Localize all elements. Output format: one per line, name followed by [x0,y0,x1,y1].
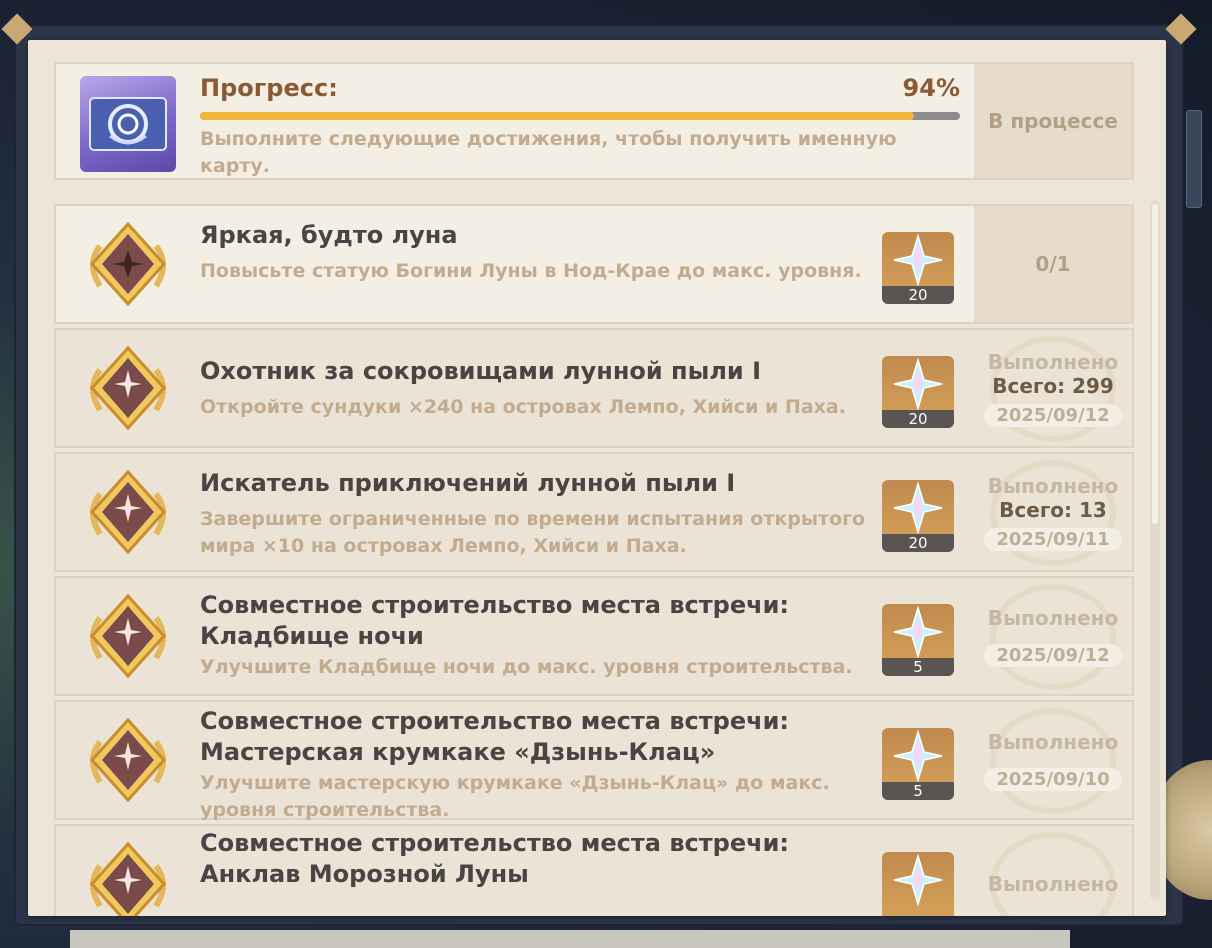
completion-date: 2025/09/12 [984,643,1122,667]
achievement-row[interactable]: Совместное строительство места встречи: … [54,576,1134,696]
achievement-row[interactable]: Яркая, будто луна Повысьте статую Богини… [54,204,1134,324]
achievement-status: Выполнено Всего: 299 2025/09/12 [974,330,1132,446]
completion-date: 2025/09/10 [984,767,1122,791]
progress-title: Прогресс: [200,74,338,102]
reward-count: 5 [882,658,954,676]
progress-header: Прогресс: 94% Выполните следующие достиж… [54,62,1134,180]
achievement-badge-icon [80,216,176,312]
reward-count: 20 [882,534,954,552]
achievement-title: Совместное строительство места встречи: … [200,707,790,766]
achievement-row[interactable]: Совместное строительство места встречи: … [54,700,1134,821]
scrollbar[interactable] [1150,200,1160,900]
reward-primogem[interactable]: 5 [882,604,954,676]
primogem-icon [893,605,943,659]
achievement-badge-icon [80,464,176,560]
primogem-icon [893,853,943,907]
achievement-badge-icon [80,588,176,684]
reward-primogem[interactable]: 20 [882,356,954,428]
scrollbar-thumb[interactable] [1152,204,1158,524]
completed-stamp-icon [990,584,1116,690]
primogem-icon [893,481,943,535]
achievement-title: Охотник за сокровищами лунной пыли I [200,357,762,385]
achievement-status: Выполнено 2025/09/12 [974,578,1132,694]
achievement-status: Выполнено Всего: 13 2025/09/11 [974,454,1132,570]
status-completed: Выполнено [987,872,1119,896]
progress-bar-fill [200,112,915,120]
achievement-badge-icon [80,340,176,436]
achievement-description: Улучшите мастерскую крумкаке «Дзынь-Клац… [200,772,830,821]
achievement-title: Искатель приключений лунной пыли I [200,469,736,497]
primogem-icon [893,357,943,411]
status-total: Всего: 13 [999,497,1107,522]
bottom-strip [70,930,1070,948]
reward-count: 5 [882,782,954,800]
achievement-progress-count: 0/1 [1035,252,1071,276]
achievement-badge-icon [80,836,176,916]
status-total: Всего: 299 [992,373,1114,398]
reward-count: 20 [882,286,954,304]
status-completed: Выполнено [987,729,1119,754]
achievement-description: Повысьте статую Богини Луны в Нод-Крае д… [200,260,862,282]
achievement-title: Совместное строительство места встречи: … [200,829,790,888]
achievement-row[interactable]: Совместное строительство места встречи: … [54,824,1134,916]
progress-description: Выполните следующие достижения, чтобы по… [200,128,897,177]
achievement-description: Завершите ограниченные по времени испыта… [200,508,866,557]
status-completed: Выполнено [987,349,1119,374]
reward-primogem[interactable] [882,852,954,916]
reward-primogem[interactable]: 20 [882,232,954,304]
achievement-badge-icon [80,712,176,808]
achievement-row[interactable]: Охотник за сокровищами лунной пыли I Отк… [54,328,1134,448]
achievement-title: Яркая, будто луна [200,221,458,249]
status-completed: Выполнено [987,473,1119,498]
completion-date: 2025/09/12 [984,403,1122,427]
progress-percent: 94% [902,74,960,102]
achievement-status: Выполнено [974,826,1132,916]
achievement-row[interactable]: Искатель приключений лунной пыли I Завер… [54,452,1134,572]
reward-primogem[interactable]: 20 [882,480,954,552]
achievement-status: Выполнено 2025/09/10 [974,702,1132,818]
primogem-icon [893,729,943,783]
side-tab[interactable] [1186,110,1202,208]
achievement-status: 0/1 [974,206,1132,322]
achievement-description: Улучшите Кладбище ночи до макс. уровня с… [200,656,853,678]
reward-primogem[interactable]: 5 [882,728,954,800]
progress-status: В процессе [974,64,1132,178]
achievement-description: Откройте сундуки ×240 на островах Лемпо,… [200,396,846,418]
completion-date: 2025/09/11 [984,527,1122,551]
primogem-icon [893,233,943,287]
progress-bar [200,112,960,120]
achievement-panel: Прогресс: 94% Выполните следующие достиж… [28,40,1166,916]
namecard-icon [80,76,176,172]
status-completed: Выполнено [987,605,1119,630]
completed-stamp-icon [990,708,1116,814]
reward-count: 20 [882,410,954,428]
achievement-title: Совместное строительство места встречи: … [200,591,790,650]
